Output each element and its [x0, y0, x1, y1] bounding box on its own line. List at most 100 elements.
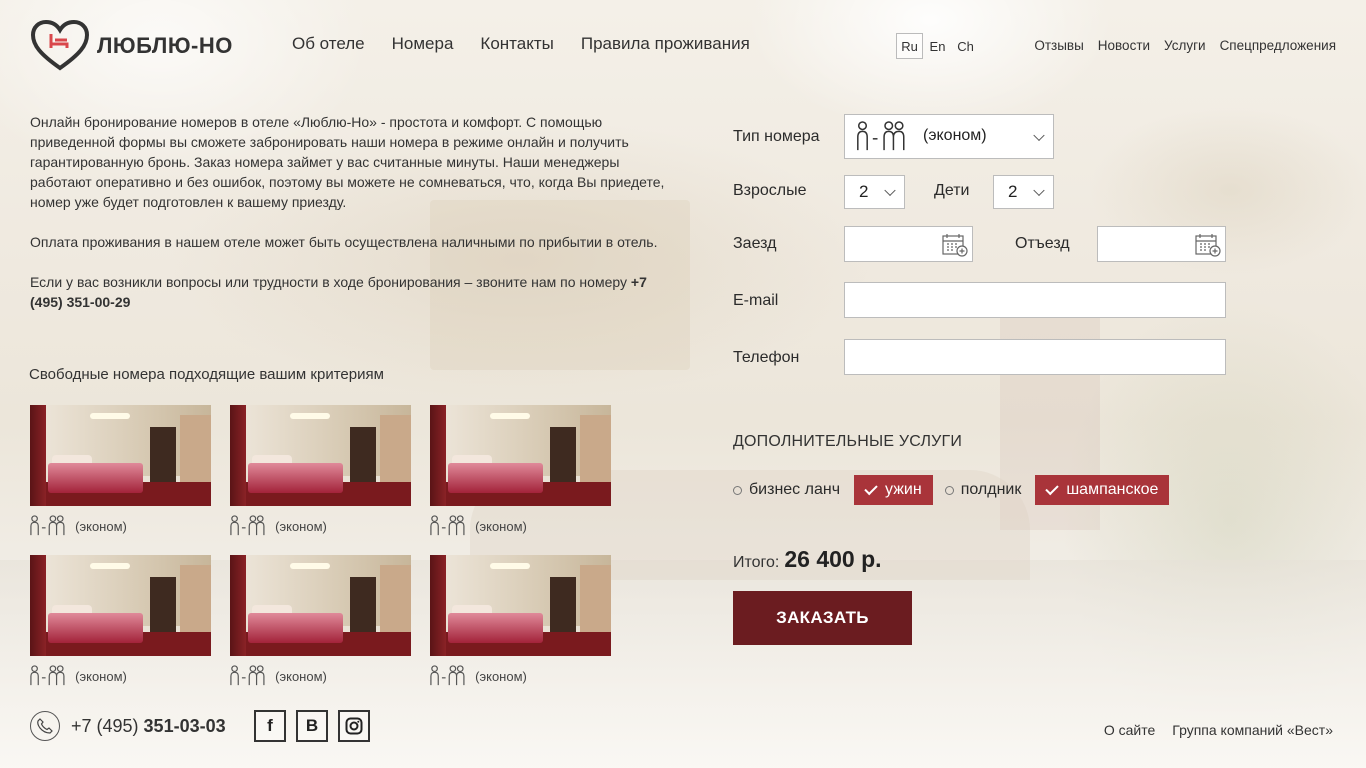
- total: Итого: 26 400 р.: [733, 546, 882, 573]
- total-value: 26 400 р.: [784, 546, 882, 572]
- nav-services[interactable]: Услуги: [1164, 38, 1206, 53]
- lang-en[interactable]: En: [924, 33, 951, 59]
- room-caption: (эконом): [475, 668, 527, 684]
- room-photo[interactable]: [30, 555, 211, 656]
- guests-icon: [430, 665, 465, 686]
- order-button[interactable]: ЗАКАЗАТЬ: [733, 591, 912, 645]
- guests-icon: [857, 121, 905, 151]
- guests-icon: [30, 665, 65, 686]
- children-select[interactable]: 2: [993, 175, 1054, 209]
- extra-label: полдник: [960, 481, 1022, 498]
- nav-rooms[interactable]: Номера: [392, 34, 454, 54]
- phone-icon: [30, 711, 60, 741]
- extra-services-title: ДОПОЛНИТЕЛЬНЫЕ УСЛУГИ: [733, 433, 963, 450]
- calendar-icon[interactable]: [942, 233, 968, 257]
- room-caption: (эконом): [75, 668, 127, 684]
- room-type-value: (эконом): [923, 127, 987, 144]
- top-nav: Отзывы Новости Услуги Спецпредложения: [1034, 38, 1336, 53]
- phone-label: Телефон: [733, 349, 800, 366]
- room-caption: (эконом): [275, 668, 327, 684]
- main-nav: Об отеле Номера Контакты Правила прожива…: [292, 34, 750, 54]
- guests-icon: [230, 515, 265, 536]
- rooms-grid: (эконом) (эконом) (эконом) (эконом) (эко…: [30, 405, 630, 687]
- intro-text: Онлайн бронирование номеров в отеле «Люб…: [30, 112, 670, 332]
- children-value: 2: [1008, 182, 1018, 201]
- checkin-date-input[interactable]: [844, 226, 973, 262]
- guests-icon: [230, 665, 265, 686]
- room-caption: (эконом): [475, 518, 527, 534]
- extra-label: ужин: [885, 481, 922, 498]
- guests-icon: [430, 515, 465, 536]
- room-photo[interactable]: [30, 405, 211, 506]
- rooms-title: Свободные номера подходящие вашим критер…: [29, 366, 384, 383]
- email-field[interactable]: [844, 282, 1226, 318]
- chevron-down-icon: [884, 184, 896, 197]
- room-card[interactable]: (эконом): [30, 405, 211, 537]
- room-caption: (эконом): [75, 518, 127, 534]
- room-card[interactable]: (эконом): [230, 555, 411, 687]
- intro-paragraph-1: Онлайн бронирование номеров в отеле «Люб…: [30, 114, 665, 210]
- instagram-icon[interactable]: [338, 710, 370, 742]
- logo-text: ЛЮБЛЮ-НО: [97, 33, 233, 58]
- nav-reviews[interactable]: Отзывы: [1034, 38, 1083, 53]
- language-switcher: Ru En Ch: [896, 33, 979, 59]
- heart-logo-icon: [30, 20, 90, 71]
- footer-links: О сайте Группа компаний «Вест»: [1104, 722, 1333, 738]
- check-icon: [1045, 481, 1060, 496]
- footer-phone-prefix: +7 (495): [71, 716, 144, 736]
- adults-value: 2: [859, 182, 869, 201]
- footer-phone-number: 351-03-03: [143, 716, 226, 736]
- guests-icon: [30, 515, 65, 536]
- extra-afternoon-snack[interactable]: полдник: [944, 481, 1022, 499]
- extra-label: бизнес ланч: [749, 481, 841, 498]
- extra-dinner[interactable]: ужин: [854, 475, 933, 505]
- footer-link-about[interactable]: О сайте: [1104, 722, 1155, 738]
- chevron-down-icon: [1033, 129, 1045, 141]
- extra-champagne[interactable]: шампанское: [1035, 475, 1170, 505]
- extra-business-lunch[interactable]: бизнес ланч: [733, 481, 840, 499]
- room-card[interactable]: (эконом): [430, 405, 611, 537]
- nav-news[interactable]: Новости: [1098, 38, 1150, 53]
- check-icon: [864, 481, 878, 496]
- room-photo[interactable]: [230, 555, 411, 656]
- children-label: Дети: [934, 182, 970, 199]
- room-photo[interactable]: [230, 405, 411, 506]
- nav-contacts[interactable]: Контакты: [480, 34, 553, 54]
- room-photo[interactable]: [430, 555, 611, 656]
- checkin-label: Заезд: [733, 235, 777, 252]
- email-label: E-mail: [733, 292, 779, 309]
- radio-icon: [944, 485, 954, 495]
- extra-label: шампанское: [1066, 481, 1159, 498]
- room-card[interactable]: (эконом): [30, 555, 211, 687]
- adults-select[interactable]: 2: [844, 175, 905, 209]
- checkout-date-input[interactable]: [1097, 226, 1226, 262]
- chevron-down-icon: [1033, 184, 1045, 197]
- radio-icon: [733, 485, 742, 495]
- nav-rules[interactable]: Правила проживания: [581, 34, 750, 54]
- social-links: f B: [254, 710, 370, 742]
- logo[interactable]: ЛЮБЛЮ-НО: [30, 20, 233, 72]
- intro-paragraph-2: Оплата проживания в нашем отеле может бы…: [30, 234, 658, 250]
- footer-phone[interactable]: +7 (495) 351-03-03: [71, 716, 226, 737]
- vk-icon[interactable]: B: [296, 710, 328, 742]
- checkout-label: Отъезд: [1015, 235, 1070, 252]
- facebook-icon[interactable]: f: [254, 710, 286, 742]
- room-card[interactable]: (эконом): [430, 555, 611, 687]
- total-label: Итого:: [733, 554, 780, 571]
- footer-link-group[interactable]: Группа компаний «Вест»: [1172, 722, 1333, 738]
- lang-ru[interactable]: Ru: [896, 33, 923, 59]
- phone-field[interactable]: [844, 339, 1226, 375]
- adults-label: Взрослые: [733, 182, 807, 199]
- intro-paragraph-3: Если у вас возникли вопросы или трудност…: [30, 272, 670, 312]
- room-type-select[interactable]: (эконом): [844, 114, 1054, 159]
- lang-ch[interactable]: Ch: [952, 33, 979, 59]
- intro-contact-text: Если у вас возникли вопросы или трудност…: [30, 274, 631, 290]
- room-card[interactable]: (эконом): [230, 405, 411, 537]
- nav-special-offers[interactable]: Спецпредложения: [1220, 38, 1336, 53]
- nav-about[interactable]: Об отеле: [292, 34, 365, 54]
- room-photo[interactable]: [430, 405, 611, 506]
- room-type-label: Тип номера: [733, 128, 820, 145]
- extra-services: бизнес ланч ужин полдник шампанское: [733, 475, 1181, 505]
- room-caption: (эконом): [275, 518, 327, 534]
- calendar-icon[interactable]: [1195, 233, 1221, 257]
